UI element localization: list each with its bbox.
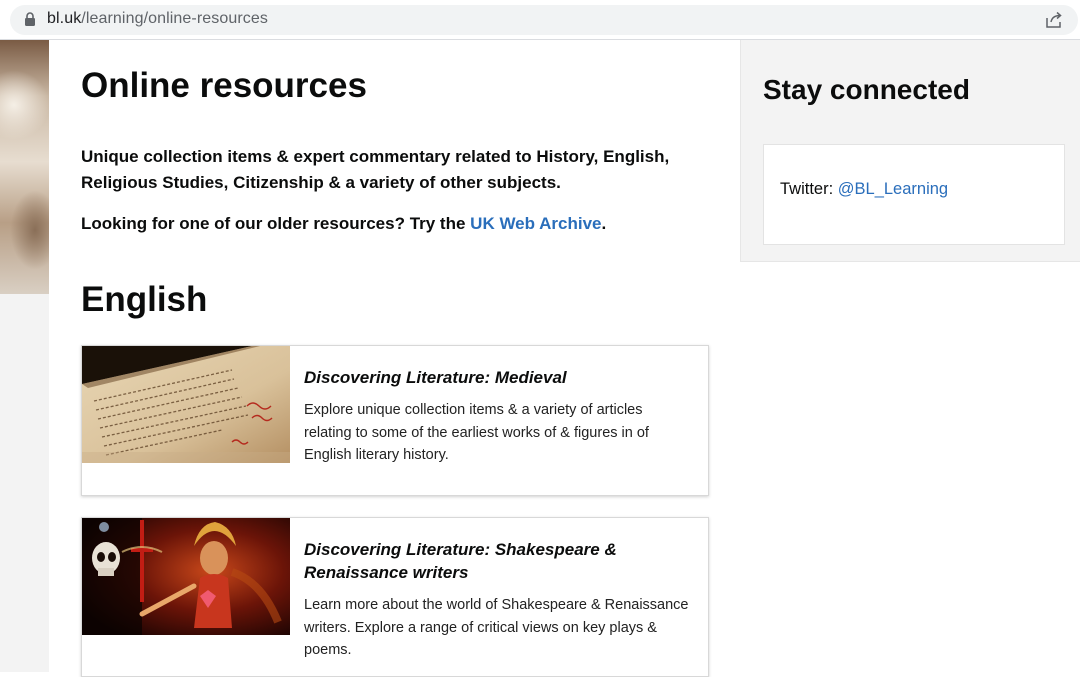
twitter-line: Twitter: @BL_Learning	[780, 180, 948, 199]
older-resources-text: Looking for one of our older resources? …	[81, 212, 721, 236]
main-content: Online resources Unique collection items…	[49, 40, 740, 677]
older-prefix: Looking for one of our older resources? …	[81, 214, 471, 233]
url-text[interactable]: bl.uk/learning/online-resources	[47, 10, 268, 28]
card-description-medieval: Explore unique collection items & a vari…	[304, 402, 649, 463]
sidebar-stay-connected: Stay connected Twitter: @BL_Learning	[740, 40, 1080, 262]
browser-address-bar: bl.uk/learning/online-resources	[0, 0, 1080, 40]
resource-card-medieval[interactable]: Discovering Literature: Medieval Explore…	[81, 345, 709, 496]
twitter-label: Twitter:	[780, 180, 838, 198]
share-icon[interactable]	[1045, 11, 1064, 29]
url-path: /learning/online-resources	[81, 10, 268, 27]
hero-image-edge	[0, 40, 49, 294]
section-title-english: English	[81, 280, 208, 319]
shakespeare-thumbnail[interactable]	[82, 518, 290, 635]
resource-card-shakespeare[interactable]: Discovering Literature: Shakespeare & Re…	[81, 517, 709, 677]
sidebar-title: Stay connected	[763, 74, 970, 105]
page-title: Online resources	[81, 66, 367, 105]
twitter-handle-link[interactable]: @BL_Learning	[838, 180, 948, 198]
medieval-manuscript-thumbnail[interactable]	[82, 346, 290, 463]
intro-text: Unique collection items & expert comment…	[81, 147, 670, 192]
lock-icon[interactable]	[24, 12, 36, 27]
url-domain: bl.uk	[47, 10, 82, 27]
uk-web-archive-link[interactable]: UK Web Archive	[470, 214, 601, 233]
older-suffix: .	[601, 214, 607, 233]
card-title-medieval[interactable]: Discovering Literature: Medieval	[304, 366, 694, 389]
card-description-shakespeare: Learn more about the world of Shakespear…	[304, 597, 689, 658]
card-title-shakespeare[interactable]: Discovering Literature: Shakespeare & Re…	[304, 538, 694, 584]
twitter-box: Twitter: @BL_Learning	[763, 144, 1065, 245]
